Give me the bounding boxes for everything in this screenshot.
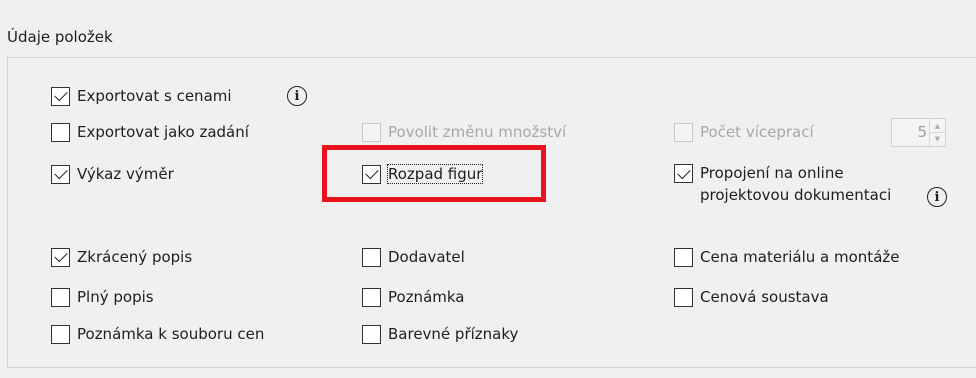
chevron-up-icon[interactable]: ▲: [930, 119, 945, 133]
check-icon: [676, 165, 691, 179]
checkbox-box[interactable]: [674, 164, 693, 183]
spinner-arrows: ▲ ▼: [929, 119, 945, 146]
spinner-value: 5: [917, 123, 927, 141]
info-icon[interactable]: i: [287, 86, 307, 106]
check-icon: [53, 248, 68, 263]
short-description-checkbox[interactable]: Zkrácený popis: [51, 245, 192, 269]
checkbox-label-line2: projektovou dokumentaci: [700, 186, 892, 204]
checkbox-box[interactable]: [51, 324, 70, 344]
checkbox-box[interactable]: [51, 164, 70, 184]
checkbox-label: Plný popis: [77, 288, 154, 306]
export-as-tender-checkbox[interactable]: Exportovat jako zadání: [51, 120, 249, 144]
checkbox-box[interactable]: [51, 86, 70, 106]
check-icon: [53, 165, 68, 180]
checkbox-label: Exportovat s cenami: [77, 87, 232, 105]
checkbox-label: Poznámka: [388, 288, 465, 306]
extra-work-count-spinner[interactable]: 5 ▲ ▼: [891, 118, 946, 147]
checkbox-label: Zkrácený popis: [77, 248, 193, 266]
checkbox-label: Propojení na online projektovou dokument…: [700, 162, 891, 206]
checkbox-box[interactable]: [51, 247, 70, 267]
note-checkbox[interactable]: Poznámka: [362, 285, 465, 309]
checkbox-label-line1: Propojení na online: [700, 164, 844, 182]
group-title: Údaje položek: [7, 28, 113, 46]
checkbox-box[interactable]: [674, 247, 693, 267]
chevron-down-icon[interactable]: ▼: [930, 132, 945, 145]
checkbox-label: Výkaz výměr: [77, 165, 174, 183]
price-system-checkbox[interactable]: Cenová soustava: [674, 285, 829, 309]
checkbox-box[interactable]: [362, 324, 381, 344]
checkbox-box[interactable]: [51, 122, 70, 142]
material-assembly-price-checkbox[interactable]: Cena materiálu a montáže: [674, 245, 899, 269]
checkbox-label: Exportovat jako zadání: [77, 123, 249, 141]
checkbox-label: Cenová soustava: [700, 288, 829, 306]
allow-quantity-change-checkbox[interactable]: Povolit změnu množství: [362, 120, 566, 144]
checkbox-box[interactable]: [674, 287, 693, 307]
checkbox-label: Dodavatel: [388, 248, 465, 266]
checkbox-box[interactable]: [51, 287, 70, 307]
checkbox-label: Barevné příznaky: [388, 325, 519, 343]
checkbox-label: Poznámka k souboru cen: [77, 325, 265, 343]
supplier-checkbox[interactable]: Dodavatel: [362, 245, 465, 269]
check-icon: [53, 87, 68, 102]
checkbox-box[interactable]: [362, 247, 381, 267]
checkbox-label: Cena materiálu a montáže: [700, 248, 900, 266]
extra-work-count-checkbox[interactable]: Počet víceprací: [674, 120, 814, 144]
checkbox-box[interactable]: [362, 122, 381, 142]
color-flags-checkbox[interactable]: Barevné příznaky: [362, 322, 518, 346]
quantity-statement-checkbox[interactable]: Výkaz výměr: [51, 162, 174, 186]
online-docs-checkbox[interactable]: Propojení na online projektovou dokument…: [674, 162, 891, 206]
export-prices-checkbox[interactable]: Exportovat s cenami: [51, 84, 232, 108]
checkbox-label: Počet víceprací: [700, 123, 814, 141]
full-description-checkbox[interactable]: Plný popis: [51, 285, 154, 309]
checkbox-label: Povolit změnu množství: [388, 123, 567, 141]
highlight-rectangle: [322, 145, 546, 202]
info-icon[interactable]: i: [927, 187, 947, 207]
checkbox-box[interactable]: [362, 287, 381, 307]
checkbox-box[interactable]: [674, 122, 693, 142]
price-file-note-checkbox[interactable]: Poznámka k souboru cen: [51, 322, 264, 346]
